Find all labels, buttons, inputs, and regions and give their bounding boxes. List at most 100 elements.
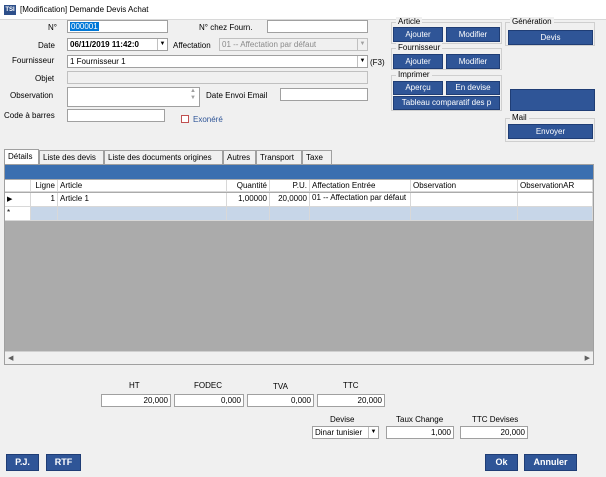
ok-button[interactable]: Ok: [485, 454, 518, 471]
chevron-down-icon[interactable]: ▼: [357, 56, 367, 67]
objet-label: Objet: [35, 74, 55, 83]
tva-label: TVA: [273, 382, 288, 391]
new-row-cell[interactable]: [270, 207, 310, 221]
new-row-cell[interactable]: [31, 207, 58, 221]
row-header-corner: [5, 180, 31, 192]
generation-group-label: Génération: [510, 17, 554, 26]
affectation-value: 01 -- Affectation par défaut: [222, 40, 317, 49]
date-envoi-field[interactable]: [280, 88, 368, 101]
col-pu[interactable]: P.U.: [270, 180, 310, 192]
date-envoi-label: Date Envoi Email: [206, 91, 268, 100]
table-cell[interactable]: 01 -- Affectation par défaut: [310, 193, 411, 207]
col-quantite[interactable]: Quantité: [227, 180, 270, 192]
article-ajouter-button[interactable]: Ajouter: [393, 27, 443, 42]
col-article[interactable]: Article: [58, 180, 227, 192]
fournisseur-select[interactable]: 1 Fournisseur 1 ▼: [67, 55, 368, 68]
fournisseur-modifier-button[interactable]: Modifier: [446, 54, 500, 69]
new-row-selector[interactable]: *: [5, 207, 31, 221]
window-title: [Modification] Demande Devis Achat: [20, 5, 149, 14]
ttc-field: 20,000: [317, 394, 385, 407]
date-label: Date: [38, 41, 55, 50]
table-cell[interactable]: 1: [31, 193, 58, 207]
code-barres-field[interactable]: [67, 109, 165, 122]
imprimer-group-label: Imprimer: [396, 70, 432, 79]
fournisseur-value: 1 Fournisseur 1: [70, 57, 126, 66]
devise-value: Dinar tunisier: [315, 428, 363, 437]
taux-change-field[interactable]: 1,000: [386, 426, 454, 439]
observation-scroll-icon[interactable]: ▲ ▼: [190, 88, 196, 102]
horizontal-scrollbar[interactable]: ◀ ▶: [5, 351, 593, 364]
scroll-left-icon[interactable]: ◀: [8, 354, 13, 362]
chevron-down-icon[interactable]: ▼: [368, 427, 378, 438]
observation-label: Observation: [10, 91, 54, 100]
col-observation[interactable]: Observation: [411, 180, 518, 192]
fournisseur-ajouter-button[interactable]: Ajouter: [393, 54, 443, 69]
new-row-cell[interactable]: [227, 207, 270, 221]
table-cell[interactable]: 20,0000: [270, 193, 310, 207]
no-value: 000001: [70, 22, 99, 31]
tableau-comparatif-button[interactable]: Tableau comparatif des p: [393, 96, 500, 110]
rtf-button[interactable]: RTF: [46, 454, 81, 471]
fodec-label: FODEC: [194, 381, 222, 390]
ttc-devises-label: TTC Devises: [472, 415, 519, 424]
tab-transport[interactable]: Transport: [256, 150, 302, 164]
annuler-button[interactable]: Annuler: [524, 454, 577, 471]
col-ligne[interactable]: Ligne: [31, 180, 58, 192]
row-selector[interactable]: ▶: [5, 193, 31, 207]
fournisseur-shortcut: (F3): [370, 58, 385, 67]
code-barres-label: Code à barres: [4, 111, 55, 120]
exonere-label: Exonéré: [193, 115, 223, 124]
chevron-down-icon[interactable]: ▼: [357, 39, 367, 50]
fodec-field: 0,000: [174, 394, 244, 407]
no-fourn-field[interactable]: [267, 20, 368, 33]
devise-select[interactable]: Dinar tunisier ▼: [312, 426, 379, 439]
exonere-checkbox[interactable]: [181, 115, 189, 123]
ht-label: HT: [129, 381, 140, 390]
mail-group-label: Mail: [510, 113, 529, 122]
affectation-select[interactable]: 01 -- Affectation par défaut ▼: [219, 38, 368, 51]
tab-liste-documents[interactable]: Liste des documents origines: [104, 150, 223, 164]
objet-field[interactable]: [67, 71, 368, 84]
devise-label: Devise: [330, 415, 355, 424]
affectation-label: Affectation: [173, 41, 211, 50]
envoyer-button[interactable]: Envoyer: [508, 124, 593, 139]
new-row-cell[interactable]: [411, 207, 518, 221]
tab-taxe[interactable]: Taxe: [302, 150, 332, 164]
ttc-devises-field: 20,000: [460, 426, 528, 439]
blank-action-button[interactable]: [510, 89, 595, 111]
en-devise-button[interactable]: En devise: [446, 81, 500, 95]
scroll-right-icon[interactable]: ▶: [585, 354, 590, 362]
new-row-cell[interactable]: [518, 207, 593, 221]
pj-button[interactable]: P.J.: [6, 454, 39, 471]
app-icon: TSI: [4, 5, 16, 15]
ttc-label: TTC: [343, 381, 359, 390]
chevron-down-icon[interactable]: ▼: [157, 39, 167, 50]
taux-change-label: Taux Change: [396, 415, 444, 424]
table-cell[interactable]: 1,00000: [227, 193, 270, 207]
col-affectation[interactable]: Affectation Entrée: [310, 180, 411, 192]
date-field[interactable]: 06/11/2019 11:42:0 ▼: [67, 38, 168, 51]
article-modifier-button[interactable]: Modifier: [446, 27, 500, 42]
fournisseur-label: Fournisseur: [12, 56, 55, 65]
devis-button[interactable]: Devis: [508, 30, 593, 45]
tva-field: 0,000: [247, 394, 314, 407]
table-cell[interactable]: [411, 193, 518, 207]
grid-group-header: [5, 165, 593, 179]
new-row-cell[interactable]: [310, 207, 411, 221]
tab-liste-devis[interactable]: Liste des devis: [39, 150, 104, 164]
no-fourn-label: N° chez Fourn.: [199, 23, 253, 32]
table-cell[interactable]: [518, 193, 593, 207]
ht-field: 20,000: [101, 394, 171, 407]
details-grid[interactable]: Ligne Article Quantité P.U. Affectation …: [4, 164, 594, 365]
date-value: 06/11/2019 11:42:0: [70, 40, 139, 49]
tab-autres[interactable]: Autres: [223, 150, 256, 164]
observation-field[interactable]: [67, 87, 200, 107]
current-row-arrow-icon: ▶: [7, 196, 13, 203]
col-observation-ar[interactable]: ObservationAR: [518, 180, 593, 192]
new-row-cell[interactable]: [58, 207, 227, 221]
apercu-button[interactable]: Aperçu: [393, 81, 443, 95]
table-cell[interactable]: Article 1: [58, 193, 227, 207]
tab-details[interactable]: Détails: [4, 149, 39, 164]
article-group-label: Article: [396, 17, 423, 26]
no-field[interactable]: 000001: [67, 20, 168, 33]
